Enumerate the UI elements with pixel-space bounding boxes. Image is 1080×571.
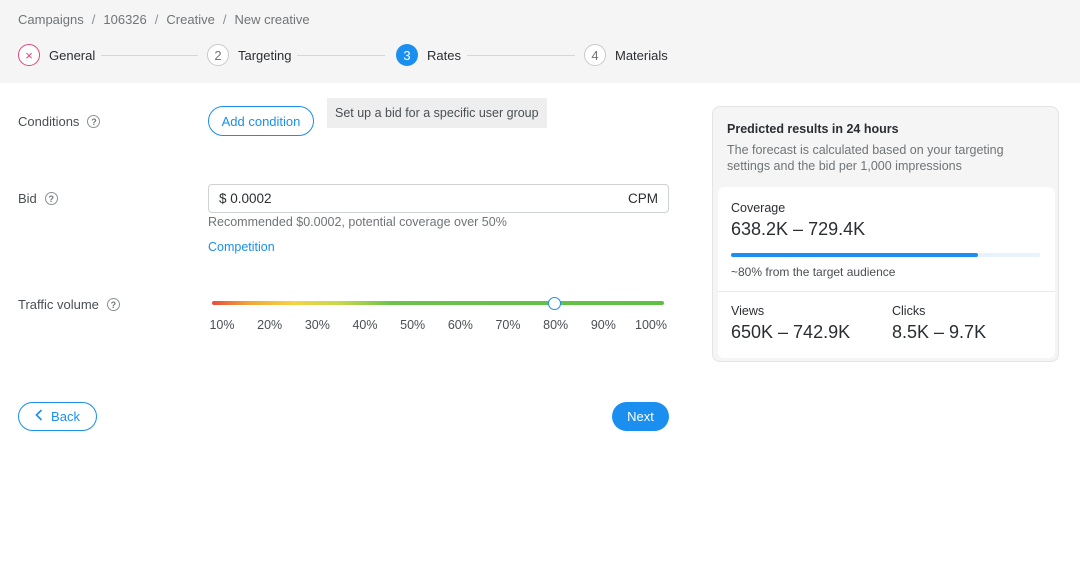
step-label: Rates	[427, 47, 461, 63]
slider-tick-label: 10%	[209, 318, 235, 332]
coverage-label: Coverage	[731, 201, 786, 215]
back-button[interactable]: Back	[18, 402, 97, 431]
views-label: Views	[731, 304, 765, 318]
bid-field[interactable]: CPM	[208, 184, 669, 213]
slider-tick-label: 60%	[447, 318, 473, 332]
coverage-bar-fill	[731, 253, 979, 257]
breadcrumb-current: New creative	[234, 12, 310, 27]
bid-row-label: Bid ?	[18, 191, 58, 206]
slider-tick-label: 40%	[352, 318, 378, 332]
step-number: 4	[584, 44, 606, 66]
competition-link[interactable]: Competition	[208, 240, 275, 254]
bid-input[interactable]	[219, 191, 519, 206]
chevron-left-icon	[35, 409, 43, 424]
help-icon[interactable]: ?	[44, 192, 58, 205]
help-icon[interactable]: ?	[106, 298, 120, 311]
clicks-label: Clicks	[892, 304, 926, 318]
step-connector	[101, 55, 198, 56]
slider-tick-label: 30%	[304, 318, 330, 332]
step-connector	[467, 55, 575, 56]
conditions-row-label: Conditions ?	[18, 114, 101, 129]
coverage-bar	[731, 253, 1040, 257]
bid-unit: CPM	[628, 191, 658, 206]
bid-label: Bid	[18, 191, 37, 206]
close-icon: ×	[18, 44, 40, 66]
clicks-value: 8.5K – 9.7K	[892, 322, 987, 342]
slider-tick-label: 90%	[590, 318, 616, 332]
breadcrumb-separator: /	[91, 12, 96, 27]
forecast-title: Predicted results in 24 hours	[727, 122, 899, 136]
slider-tick-label: 50%	[400, 318, 426, 332]
step-rates[interactable]: 3 Rates	[396, 44, 461, 66]
step-targeting[interactable]: 2 Targeting	[207, 44, 291, 66]
step-connector	[297, 55, 385, 56]
step-number: 3	[396, 44, 418, 66]
slider-tick-label: 80%	[543, 318, 569, 332]
slider-tick-label: 20%	[257, 318, 283, 332]
step-label: Targeting	[238, 47, 292, 63]
header: Campaigns / 106326 / Creative / New crea…	[0, 0, 1080, 83]
forecast-panel: Predicted results in 24 hours The foreca…	[712, 106, 1059, 362]
breadcrumb: Campaigns / 106326 / Creative / New crea…	[18, 12, 310, 27]
forecast-card: Coverage 638.2K – 729.4K ~80% from the t…	[718, 187, 1055, 358]
step-materials[interactable]: 4 Materials	[584, 44, 668, 66]
breadcrumb-separator: /	[222, 12, 227, 27]
traffic-label: Traffic volume	[18, 297, 99, 312]
traffic-slider-handle[interactable]	[548, 297, 562, 310]
back-label: Back	[51, 409, 80, 424]
step-label: General	[49, 47, 96, 63]
slider-tick-label: 100%	[635, 318, 667, 332]
breadcrumb-creative[interactable]: Creative	[166, 12, 214, 27]
coverage-note: ~80% from the target audience	[731, 265, 896, 279]
card-divider	[718, 291, 1055, 292]
traffic-row-label: Traffic volume ?	[18, 297, 120, 312]
help-icon[interactable]: ?	[87, 115, 101, 128]
traffic-slider-track[interactable]	[212, 301, 664, 305]
step-label: Materials	[615, 47, 668, 63]
coverage-value: 638.2K – 729.4K	[731, 219, 866, 239]
breadcrumb-campaigns[interactable]: Campaigns	[18, 12, 84, 27]
slider-tick-label: 70%	[495, 318, 521, 332]
next-button[interactable]: Next	[612, 402, 669, 431]
views-value: 650K – 742.9K	[731, 322, 851, 342]
step-general[interactable]: × General	[18, 44, 95, 66]
conditions-tooltip: Set up a bid for a specific user group	[327, 98, 547, 128]
breadcrumb-campaign-id[interactable]: 106326	[103, 12, 146, 27]
bid-hint: Recommended $0.0002, potential coverage …	[208, 215, 507, 229]
step-number: 2	[207, 44, 229, 66]
forecast-description: The forecast is calculated based on your…	[727, 143, 1004, 173]
add-condition-button[interactable]: Add condition	[208, 106, 314, 136]
conditions-label: Conditions	[18, 114, 80, 129]
breadcrumb-separator: /	[154, 12, 159, 27]
